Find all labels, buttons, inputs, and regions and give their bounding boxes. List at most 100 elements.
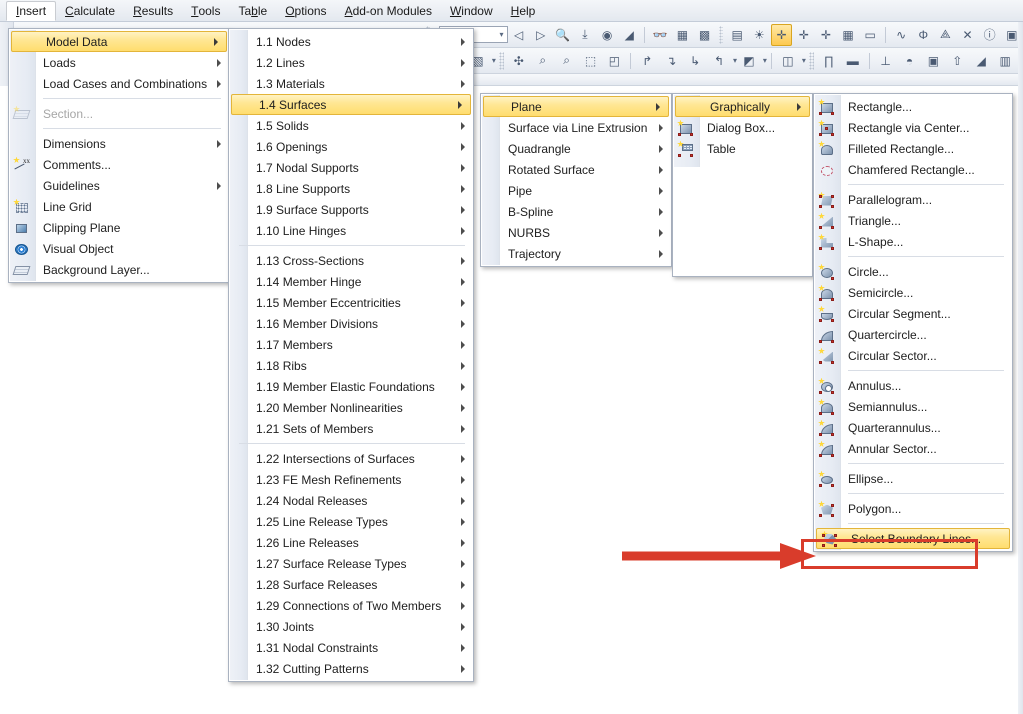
- menu-item-clipping-plane[interactable]: Clipping Plane: [9, 217, 229, 238]
- zoom-node-icon[interactable]: 🔍: [553, 24, 573, 46]
- view-y-icon[interactable]: ↴: [660, 50, 682, 72]
- menu-item-filleted-rectangle[interactable]: Filleted Rectangle...: [814, 138, 1012, 159]
- menu-item-1-21-sets-of-members[interactable]: 1.21 Sets of Members: [229, 418, 473, 439]
- slope-icon[interactable]: ◢: [970, 50, 992, 72]
- menu-item-1-32-cutting-patterns[interactable]: 1.32 Cutting Patterns: [229, 658, 473, 679]
- menu-item-1-13-cross-sections[interactable]: 1.13 Cross-Sections: [229, 250, 473, 271]
- menu-item-nurbs[interactable]: NURBS: [481, 222, 671, 243]
- menu-item-1-18-ribs[interactable]: 1.18 Ribs: [229, 355, 473, 376]
- mesh-points-icon[interactable]: ▦: [838, 24, 858, 46]
- next-arrow-icon[interactable]: ▷: [531, 24, 551, 46]
- menu-item-load-cases-and-combinations[interactable]: Load Cases and Combinations: [9, 73, 229, 94]
- menu-item-semicircle[interactable]: Semicircle...: [814, 282, 1012, 303]
- sun-icon[interactable]: ☀: [749, 24, 769, 46]
- handshake-icon[interactable]: ▤: [727, 24, 747, 46]
- menu-item-1-27-surface-release-types[interactable]: 1.27 Surface Release Types: [229, 553, 473, 574]
- menu-item-quarterannulus[interactable]: Quarterannulus...: [814, 417, 1012, 438]
- menu-item-table[interactable]: Table: [673, 138, 812, 159]
- up-arrow-icon[interactable]: ⇧: [946, 50, 968, 72]
- solid-color-icon[interactable]: ▣: [922, 50, 944, 72]
- menu-item-plane[interactable]: Plane: [483, 96, 669, 117]
- capsule-icon[interactable]: ▬: [842, 50, 864, 72]
- menu-item-guidelines[interactable]: Guidelines: [9, 175, 229, 196]
- menu-item-line-grid[interactable]: Line Grid: [9, 196, 229, 217]
- menu-item-ellipse[interactable]: Ellipse...: [814, 468, 1012, 489]
- view-x-icon[interactable]: ↱: [636, 50, 658, 72]
- load-icon[interactable]: ⊥: [875, 50, 897, 72]
- menu-item-polygon[interactable]: Polygon...: [814, 498, 1012, 519]
- view-icon[interactable]: ◉: [597, 24, 617, 46]
- view-negx-icon[interactable]: ↰: [708, 50, 730, 72]
- menu-item-1-22-intersections-of-surfaces[interactable]: 1.22 Intersections of Surfaces: [229, 448, 473, 469]
- cube-icon[interactable]: ⬚: [580, 50, 602, 72]
- menu-item-pipe[interactable]: Pipe: [481, 180, 671, 201]
- menu-item-1-5-solids[interactable]: 1.5 Solids: [229, 115, 473, 136]
- menu-item-1-14-member-hinge[interactable]: 1.14 Member Hinge: [229, 271, 473, 292]
- menu-item-1-26-line-releases[interactable]: 1.26 Line Releases: [229, 532, 473, 553]
- toolbar-grip-4[interactable]: [809, 52, 814, 70]
- menu-item-graphically[interactable]: Graphically: [675, 96, 810, 117]
- menu-item-triangle[interactable]: Triangle...: [814, 210, 1012, 231]
- menu-item-circle[interactable]: Circle...: [814, 261, 1012, 282]
- menubar-item-table[interactable]: Table: [229, 0, 276, 21]
- menu-item-dialog-box[interactable]: Dialog Box...: [673, 117, 812, 138]
- menu-item-chamfered-rectangle[interactable]: Chamfered Rectangle...: [814, 159, 1012, 180]
- menu-item-rectangle-via-center[interactable]: Rectangle via Center...: [814, 117, 1012, 138]
- axes-blue-icon[interactable]: ✛: [794, 24, 814, 46]
- menu-item-annulus[interactable]: Annulus...: [814, 375, 1012, 396]
- menu-item-1-25-line-release-types[interactable]: 1.25 Line Release Types: [229, 511, 473, 532]
- menu-item-1-20-member-nonlinearities[interactable]: 1.20 Member Nonlinearities: [229, 397, 473, 418]
- menu-item-1-8-line-supports[interactable]: 1.8 Line Supports: [229, 178, 473, 199]
- menu-item-1-31-nodal-constraints[interactable]: 1.31 Nodal Constraints: [229, 637, 473, 658]
- menu-item-1-16-member-divisions[interactable]: 1.16 Member Divisions: [229, 313, 473, 334]
- menubar-item-window[interactable]: Window: [441, 0, 502, 21]
- menu-item-loads[interactable]: Loads: [9, 52, 229, 73]
- menu-item-l-shape[interactable]: L-Shape...: [814, 231, 1012, 252]
- mirror-icon[interactable]: ⟁: [935, 24, 955, 46]
- axes-highlight-icon[interactable]: ✛: [771, 24, 791, 46]
- menu-item-select-boundary-lines[interactable]: Select Boundary Lines...: [816, 528, 1010, 549]
- path-icon[interactable]: ∿: [891, 24, 911, 46]
- menu-item-trajectory[interactable]: Trajectory: [481, 243, 671, 264]
- menu-item-dimensions[interactable]: Dimensions: [9, 133, 229, 154]
- menubar-item-insert[interactable]: Insert: [6, 1, 56, 21]
- menu-item-1-28-surface-releases[interactable]: 1.28 Surface Releases: [229, 574, 473, 595]
- dimension-xx-icon[interactable]: ⤓: [575, 24, 595, 46]
- menu-item-1-9-surface-supports[interactable]: 1.9 Surface Supports: [229, 199, 473, 220]
- toolbar-grip-2[interactable]: [719, 26, 724, 44]
- plane-icon[interactable]: ◩: [738, 50, 760, 72]
- menubar-item-add-on-modules[interactable]: Add-on Modules: [336, 0, 441, 21]
- menu-item-1-24-nodal-releases[interactable]: 1.24 Nodal Releases: [229, 490, 473, 511]
- zoom-in-icon[interactable]: ⌕: [532, 50, 554, 72]
- menu-item-1-10-line-hinges[interactable]: 1.10 Line Hinges: [229, 220, 473, 241]
- member-icon[interactable]: ∏: [818, 50, 840, 72]
- menubar-item-options[interactable]: Options: [276, 0, 335, 21]
- cross-nodes-icon[interactable]: ✕: [957, 24, 977, 46]
- supports-grid-icon[interactable]: ▩: [694, 24, 714, 46]
- perspective-icon[interactable]: ◰: [603, 50, 625, 72]
- menu-item-1-30-joints[interactable]: 1.30 Joints: [229, 616, 473, 637]
- menu-item-1-23-fe-mesh-refinements[interactable]: 1.23 FE Mesh Refinements: [229, 469, 473, 490]
- menu-item-annular-sector[interactable]: Annular Sector...: [814, 438, 1012, 459]
- menu-item-b-spline[interactable]: B-Spline: [481, 201, 671, 222]
- chevron-down-icon-4[interactable]: ▾: [763, 56, 767, 65]
- zoom-out-icon[interactable]: ⌕: [556, 50, 578, 72]
- menu-item-1-2-lines[interactable]: 1.2 Lines: [229, 52, 473, 73]
- prev-arrow-icon[interactable]: ◁: [509, 24, 529, 46]
- chevron-down-icon-2[interactable]: ▾: [492, 56, 496, 65]
- axes-red-icon[interactable]: ✛: [816, 24, 836, 46]
- render-icon[interactable]: ✣: [508, 50, 530, 72]
- menu-item-1-1-nodes[interactable]: 1.1 Nodes: [229, 31, 473, 52]
- solid-icon[interactable]: ◫: [777, 50, 799, 72]
- glasses-icon[interactable]: 👓: [650, 24, 670, 46]
- view-z-icon[interactable]: ↳: [684, 50, 706, 72]
- tiles-icon[interactable]: ▥: [994, 50, 1016, 72]
- menu-item-background-layer[interactable]: Background Layer...: [9, 259, 229, 280]
- menu-item-visual-object[interactable]: Visual Object: [9, 238, 229, 259]
- menu-item-1-19-member-elastic-foundations[interactable]: 1.19 Member Elastic Foundations: [229, 376, 473, 397]
- slope-xx-icon[interactable]: ◢: [619, 24, 639, 46]
- menubar-item-results[interactable]: Results: [124, 0, 182, 21]
- menu-item-quartercircle[interactable]: Quartercircle...: [814, 324, 1012, 345]
- menu-item-parallelogram[interactable]: Parallelogram...: [814, 189, 1012, 210]
- menu-item-circular-sector[interactable]: Circular Sector...: [814, 345, 1012, 366]
